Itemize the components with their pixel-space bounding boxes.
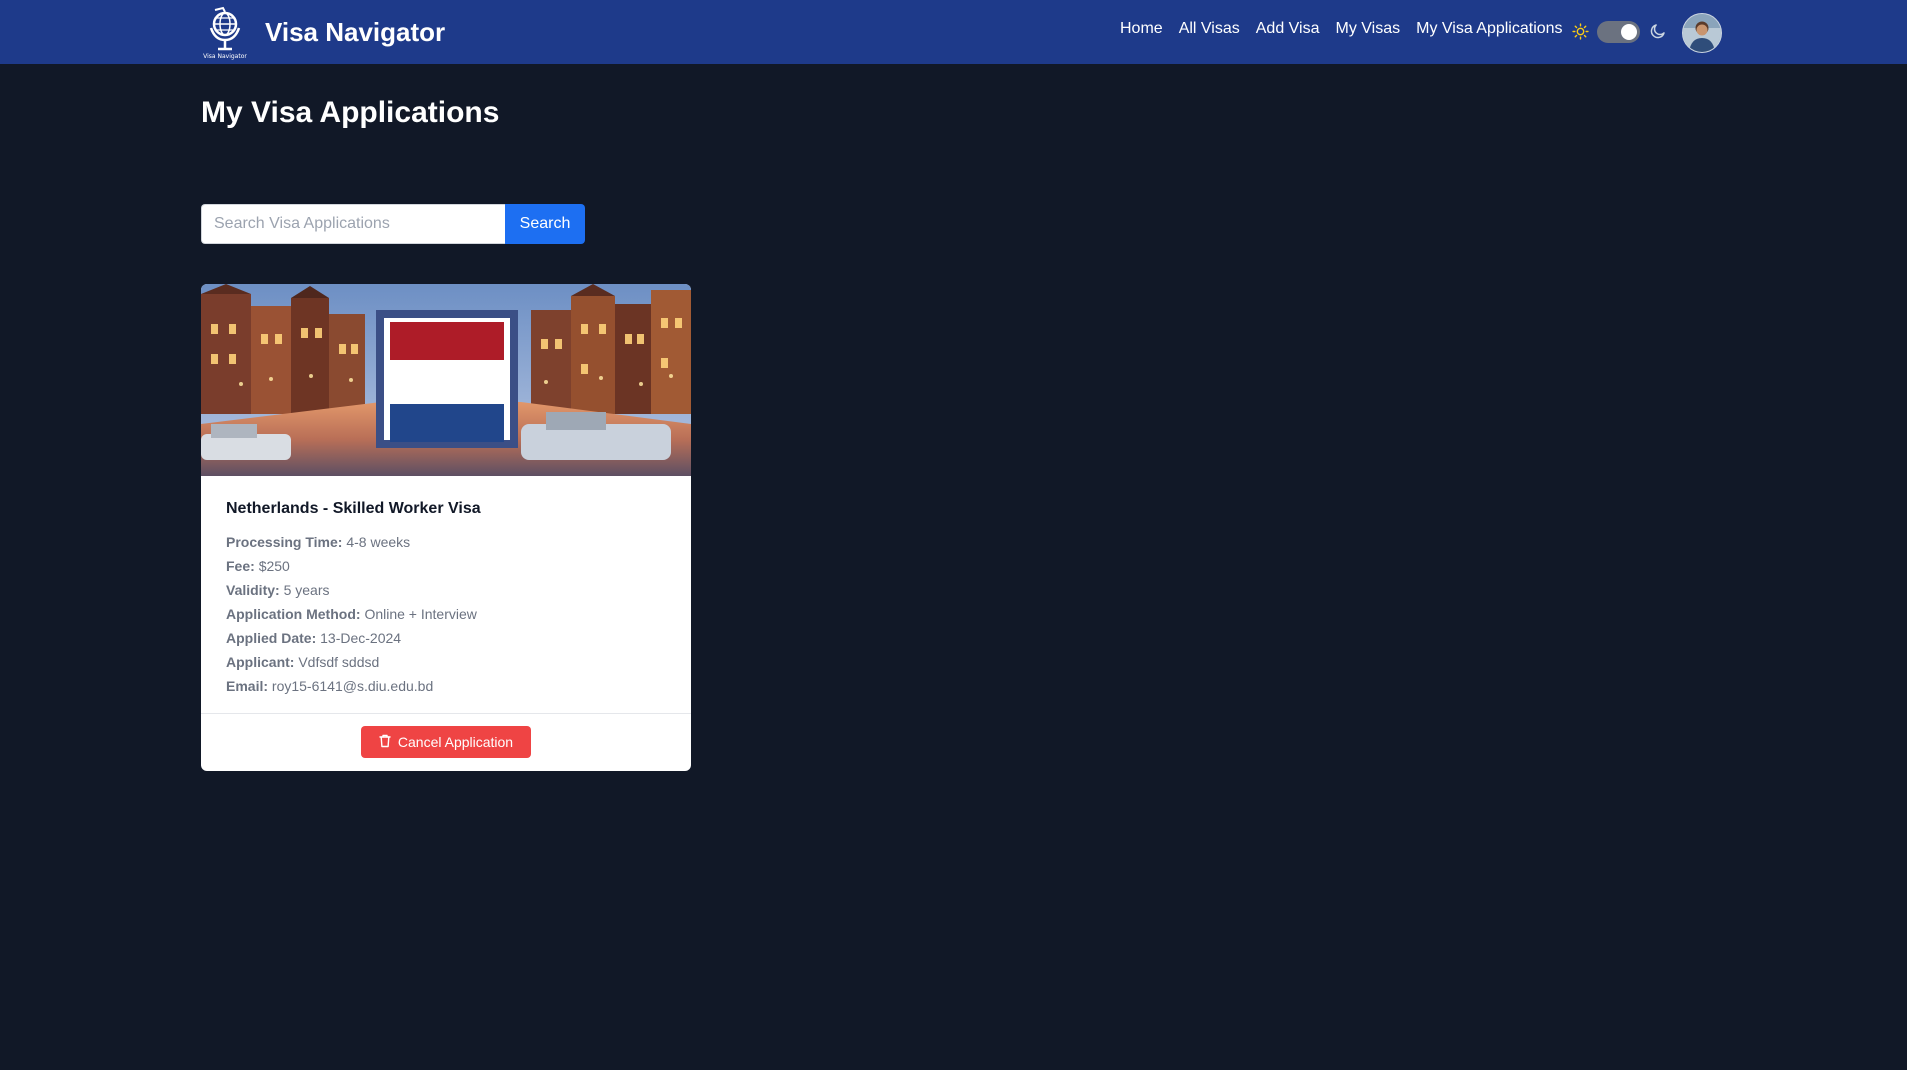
logo-caption: Visa Navigator	[203, 53, 247, 60]
detail-application-method: Application Method: Online + Interview	[226, 602, 477, 626]
detail-label: Applicant:	[226, 654, 295, 670]
detail-label: Fee:	[226, 558, 255, 574]
detail-email: Email: roy15-6141@s.diu.edu.bd	[226, 674, 477, 698]
globe-satellite-logo: Visa Navigator	[201, 4, 249, 60]
search-button[interactable]: Search	[505, 204, 585, 244]
navbar: Visa Navigator Visa Navigator Home All V…	[0, 0, 1907, 64]
detail-value: 13-Dec-2024	[320, 630, 402, 646]
detail-value: Vdfsdf sddsd	[298, 654, 380, 670]
detail-value: $250	[258, 558, 290, 574]
cancel-application-label: Cancel Application	[397, 734, 514, 750]
detail-validity: Validity: 5 years	[226, 578, 477, 602]
visa-title: Netherlands - Skilled Worker Visa	[226, 500, 481, 517]
cancel-application-button[interactable]: Cancel Application	[361, 726, 531, 758]
user-avatar[interactable]	[1682, 13, 1722, 53]
visa-details: Processing Time: 4-8 weeks Fee: $250 Val…	[226, 530, 477, 698]
card-divider	[201, 713, 691, 714]
detail-value: 5 years	[283, 582, 330, 598]
sun-icon	[1572, 23, 1589, 45]
detail-label: Application Method:	[226, 606, 361, 622]
brand[interactable]: Visa Navigator Visa Navigator	[201, 4, 445, 60]
theme-toggle[interactable]	[1597, 21, 1640, 43]
nav-link-add-visa[interactable]: Add Visa	[1256, 20, 1320, 38]
logo-icon	[209, 6, 241, 51]
detail-label: Applied Date:	[226, 630, 317, 646]
theme-toggle-knob	[1621, 24, 1637, 40]
nav-links: Home All Visas Add Visa My Visas My Visa…	[1120, 20, 1563, 38]
detail-value: Online + Interview	[364, 606, 477, 622]
detail-label: Validity:	[226, 582, 280, 598]
detail-processing-time: Processing Time: 4-8 weeks	[226, 530, 477, 554]
nav-link-my-visa-applications[interactable]: My Visa Applications	[1416, 20, 1562, 38]
search-input[interactable]	[201, 204, 505, 244]
detail-applicant: Applicant: Vdfsdf sddsd	[226, 650, 477, 674]
brand-name[interactable]: Visa Navigator	[265, 17, 445, 48]
moon-icon	[1649, 22, 1667, 45]
detail-label: Email:	[226, 678, 269, 694]
netherlands-canal-flag-image	[201, 284, 691, 476]
detail-value: roy15-6141@s.diu.edu.bd	[271, 678, 434, 694]
nav-link-all-visas[interactable]: All Visas	[1179, 20, 1240, 38]
visa-application-card: Netherlands - Skilled Worker Visa Proces…	[201, 284, 691, 771]
detail-value: 4-8 weeks	[346, 534, 411, 550]
nav-link-home[interactable]: Home	[1120, 20, 1163, 38]
nav-link-my-visas[interactable]: My Visas	[1336, 20, 1401, 38]
page-title: My Visa Applications	[201, 96, 500, 129]
detail-fee: Fee: $250	[226, 554, 477, 578]
trash-icon	[379, 734, 391, 751]
detail-label: Processing Time:	[226, 534, 343, 550]
detail-applied-date: Applied Date: 13-Dec-2024	[226, 626, 477, 650]
